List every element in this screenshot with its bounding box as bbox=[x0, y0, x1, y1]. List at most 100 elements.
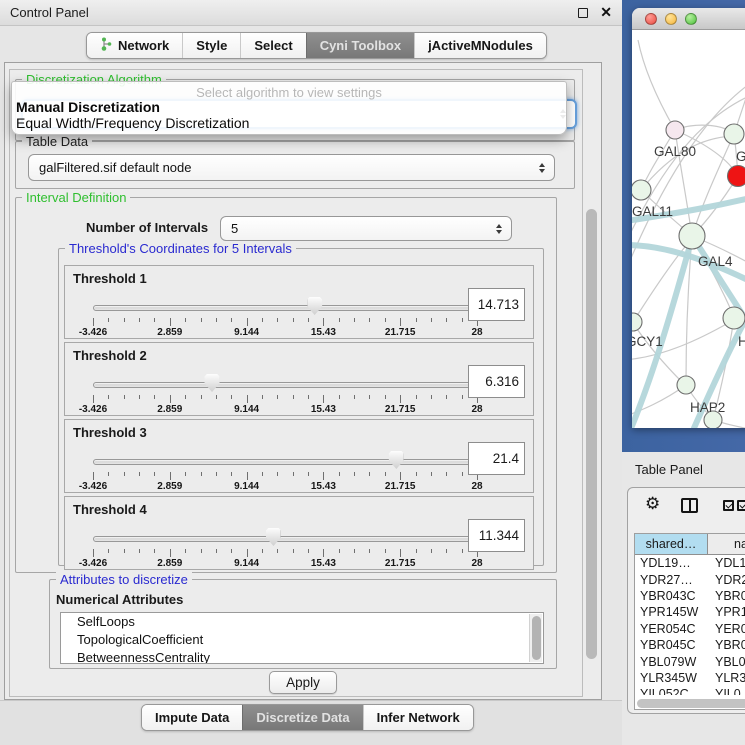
slider-tick bbox=[369, 318, 370, 322]
threshold-value-field[interactable]: 14.713 bbox=[468, 288, 525, 321]
dropdown-item-equal-width[interactable]: Equal Width/Frequency Discretization bbox=[12, 116, 566, 132]
gear-icon[interactable]: ⚙ bbox=[645, 494, 660, 514]
tick-label: -3.426 bbox=[79, 404, 107, 415]
numerical-attributes-list[interactable]: SelfLoopsTopologicalCoefficientBetweenne… bbox=[60, 612, 544, 664]
slider-tick bbox=[339, 549, 340, 553]
table-row[interactable]: YBR043CYBR0 bbox=[635, 588, 745, 604]
table-row[interactable]: YLR345WYLR3 bbox=[635, 670, 745, 686]
table-cell: YBR045C bbox=[635, 638, 708, 652]
column-header-name[interactable]: na bbox=[708, 534, 745, 554]
close-button[interactable] bbox=[645, 13, 657, 25]
slider-tick bbox=[431, 472, 432, 476]
slider-tick bbox=[262, 472, 263, 476]
slider-tick bbox=[247, 549, 248, 557]
slider-handle[interactable] bbox=[389, 451, 404, 469]
tick-label: -3.426 bbox=[79, 481, 107, 492]
network-canvas[interactable]: GAL80 GA GAL11 GAL4 GCY1 H HAP2 bbox=[632, 30, 745, 428]
slider-tick bbox=[431, 549, 432, 553]
node-hap2[interactable] bbox=[677, 376, 695, 394]
slider-handle[interactable] bbox=[266, 528, 281, 546]
node-gcy1[interactable] bbox=[632, 313, 642, 331]
threshold-slider[interactable]: -3.426 2.859 9.144 15.43 21.715 28 bbox=[91, 527, 479, 569]
tick-label: 2.859 bbox=[157, 558, 182, 569]
threshold-panel: Threshold 4 -3.426 2.859 9.144 15.43 21.… bbox=[64, 496, 534, 570]
group-label: Table Data bbox=[22, 134, 92, 149]
attribute-item[interactable]: BetweennessCentrality bbox=[61, 649, 543, 664]
node-label: GAL11 bbox=[632, 204, 673, 219]
node-gal11[interactable] bbox=[632, 180, 651, 200]
slider-handle[interactable] bbox=[205, 374, 220, 392]
float-window-icon[interactable] bbox=[578, 8, 588, 18]
table-row[interactable]: YIL052CYIL0 bbox=[635, 686, 745, 695]
minimize-button[interactable] bbox=[665, 13, 677, 25]
checkbox-icon[interactable] bbox=[723, 500, 734, 511]
tab-jactivemnodules[interactable]: jActiveMNodules bbox=[414, 33, 546, 58]
split-columns-icon[interactable] bbox=[681, 498, 698, 513]
number-of-intervals-value: 5 bbox=[231, 221, 238, 236]
settings-scrollbar[interactable] bbox=[583, 187, 599, 695]
tick-label: -3.426 bbox=[79, 327, 107, 338]
slider-tick bbox=[293, 318, 294, 322]
combo-arrows-icon bbox=[539, 163, 545, 173]
threshold-slider[interactable]: -3.426 2.859 9.144 15.43 21.715 28 bbox=[91, 296, 479, 338]
table-data-group: Table Data galFiltered.sif default node bbox=[15, 141, 575, 189]
table-cell: YBL079W bbox=[635, 655, 708, 669]
node-selected-red[interactable] bbox=[728, 166, 745, 187]
slider-tick bbox=[339, 472, 340, 476]
apply-button[interactable]: Apply bbox=[269, 671, 337, 694]
tab-style[interactable]: Style bbox=[182, 33, 240, 58]
attribute-item[interactable]: SelfLoops bbox=[61, 613, 543, 631]
attribute-item[interactable]: TopologicalCoefficient bbox=[61, 631, 543, 649]
list-scrollbar[interactable] bbox=[529, 614, 542, 662]
dropdown-item-manual[interactable]: Manual Discretization bbox=[12, 100, 566, 116]
tab-infer-network[interactable]: Infer Network bbox=[363, 705, 473, 730]
node[interactable] bbox=[724, 124, 744, 144]
table-data-combobox[interactable]: galFiltered.sif default node bbox=[28, 154, 555, 181]
node-gal4[interactable] bbox=[679, 223, 705, 249]
tick-label: 28 bbox=[471, 481, 482, 492]
group-label: Interval Definition bbox=[22, 190, 130, 205]
slider-tick bbox=[154, 395, 155, 399]
threshold-value-field[interactable]: 21.4 bbox=[468, 442, 525, 475]
table-row[interactable]: YBL079WYBL0 bbox=[635, 653, 745, 669]
slider-tick bbox=[185, 395, 186, 399]
tab-network[interactable]: Network bbox=[87, 33, 182, 58]
node[interactable] bbox=[723, 307, 745, 329]
slider-tick-labels: -3.426 2.859 9.144 15.43 21.715 28 bbox=[93, 558, 477, 570]
threshold-slider[interactable]: -3.426 2.859 9.144 15.43 21.715 28 bbox=[91, 450, 479, 492]
zoom-button[interactable] bbox=[685, 13, 697, 25]
slider-tick bbox=[108, 318, 109, 322]
table-cell: YER0 bbox=[708, 622, 745, 636]
tab-select[interactable]: Select bbox=[240, 33, 305, 58]
table-row[interactable]: YER054CYER0 bbox=[635, 621, 745, 637]
table-cell: YDL19… bbox=[635, 556, 708, 570]
close-icon[interactable]: ✕ bbox=[600, 4, 612, 21]
node-gal80[interactable] bbox=[666, 121, 684, 139]
threshold-panel: Threshold 2 -3.426 2.859 9.144 15.43 21.… bbox=[64, 342, 534, 416]
slider-tick bbox=[416, 472, 417, 476]
threshold-slider[interactable]: -3.426 2.859 9.144 15.43 21.715 28 bbox=[91, 373, 479, 415]
tab-impute-data[interactable]: Impute Data bbox=[142, 705, 242, 730]
table-row[interactable]: YBR045CYBR0 bbox=[635, 637, 745, 653]
slider-tick-labels: -3.426 2.859 9.144 15.43 21.715 28 bbox=[93, 327, 477, 339]
slider-tick bbox=[185, 318, 186, 322]
slider-handle[interactable] bbox=[307, 297, 322, 315]
tab-discretize-data[interactable]: Discretize Data bbox=[242, 705, 362, 730]
checkbox-icon[interactable] bbox=[737, 500, 745, 511]
number-of-intervals-combobox[interactable]: 5 bbox=[220, 216, 512, 241]
threshold-value-field[interactable]: 6.316 bbox=[468, 365, 525, 398]
scrollbar-thumb[interactable] bbox=[532, 616, 541, 660]
table-row[interactable]: YPR145WYPR1 bbox=[635, 604, 745, 620]
threshold-value-field[interactable]: 11.344 bbox=[468, 519, 525, 552]
slider-tick bbox=[201, 549, 202, 553]
slider-tick bbox=[216, 549, 217, 553]
scrollbar-thumb[interactable] bbox=[586, 209, 597, 659]
table-row[interactable]: YDR27…YDR2 bbox=[635, 571, 745, 587]
table-row[interactable]: YDL19…YDL1 bbox=[635, 555, 745, 571]
table-horizontal-scrollbar[interactable] bbox=[637, 699, 745, 708]
slider-tick-labels: -3.426 2.859 9.144 15.43 21.715 28 bbox=[93, 481, 477, 493]
slider-tick bbox=[154, 549, 155, 553]
tab-cyni-toolbox[interactable]: Cyni Toolbox bbox=[306, 33, 414, 58]
column-header-shared-name[interactable]: shared… bbox=[635, 534, 708, 554]
slider-tick bbox=[339, 318, 340, 322]
